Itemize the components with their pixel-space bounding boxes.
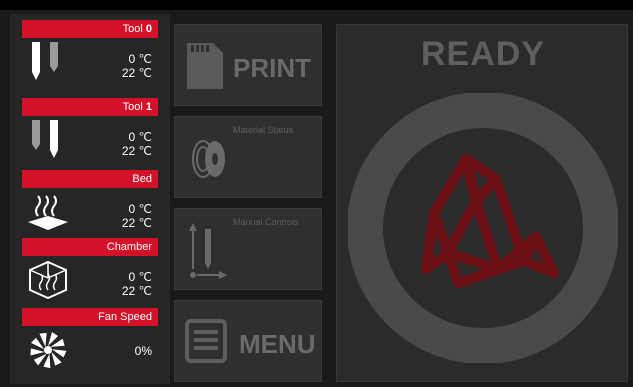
manual-controls-icon bbox=[189, 223, 227, 279]
material-status-button[interactable]: Material Status bbox=[174, 116, 322, 198]
sidebar-item-chamber[interactable]: Chamber 0 ℃ 22 ℃ bbox=[10, 232, 170, 300]
current-temperature: 22 ℃ bbox=[121, 284, 152, 298]
current-temperature: 22 ℃ bbox=[121, 66, 152, 80]
menu-icon bbox=[185, 319, 227, 363]
print-button[interactable]: PRINT bbox=[174, 24, 322, 106]
sidebar-item-values: 0 ℃ 22 ℃ bbox=[122, 202, 152, 230]
sidebar-item-header: Tool 0 bbox=[22, 20, 158, 38]
print-label: PRINT bbox=[233, 53, 311, 83]
sidebar-item-values: 0% bbox=[135, 344, 152, 358]
sidebar-item-label-suffix: 1 bbox=[145, 101, 152, 113]
sd-card-icon bbox=[187, 43, 223, 89]
sidebar-item-header: Tool 1 bbox=[22, 98, 158, 116]
sidebar-item-label: Chamber bbox=[106, 241, 152, 253]
sidebar: Tool 0 0 ℃ 22 ℃ Tool 1 0 ℃ 22 ℃ Bed 0 ℃ … bbox=[10, 14, 170, 384]
sidebar-item-header: Fan Speed bbox=[22, 308, 158, 326]
sidebar-item-header: Bed bbox=[22, 170, 158, 188]
top-bar bbox=[0, 0, 633, 10]
material-status-label: Material Status bbox=[233, 125, 294, 135]
current-temperature: 22 ℃ bbox=[121, 216, 152, 230]
sidebar-item-label: Fan Speed bbox=[98, 311, 152, 323]
fan-speed-value: 0% bbox=[134, 344, 152, 358]
fan-icon bbox=[30, 332, 67, 369]
sidebar-item-values: 0 ℃ 22 ℃ bbox=[122, 270, 152, 298]
sidebar-item-header: Chamber bbox=[22, 238, 158, 256]
nozzle-icon bbox=[32, 120, 58, 158]
target-temperature: 0 ℃ bbox=[128, 52, 152, 66]
sidebar-item-values: 0 ℃ 22 ℃ bbox=[122, 130, 152, 158]
sidebar-item-bed[interactable]: Bed 0 ℃ 22 ℃ bbox=[10, 164, 170, 230]
sidebar-item-label: Bed bbox=[132, 173, 152, 185]
target-temperature: 0 ℃ bbox=[128, 130, 152, 144]
sidebar-item-label: Tool bbox=[122, 101, 146, 113]
bed-heat-icon bbox=[28, 195, 68, 230]
manual-controls-label: Manual Controls bbox=[233, 217, 299, 227]
current-temperature: 22 ℃ bbox=[121, 144, 152, 158]
sidebar-item-values: 0 ℃ 22 ℃ bbox=[122, 52, 152, 80]
chamber-icon bbox=[29, 260, 67, 300]
menu-label: MENU bbox=[239, 329, 316, 359]
sidebar-item-tool-0[interactable]: Tool 0 0 ℃ 22 ℃ bbox=[10, 14, 170, 80]
sidebar-item-label: Tool bbox=[122, 23, 146, 35]
main-actions: PRINT Material Status Manual Controls ME… bbox=[174, 24, 322, 384]
target-temperature: 0 ℃ bbox=[128, 270, 152, 284]
manual-controls-button[interactable]: Manual Controls bbox=[174, 208, 322, 290]
printer-status: READY bbox=[420, 35, 546, 73]
nozzle-icon bbox=[32, 42, 58, 80]
status-panel: READY bbox=[336, 24, 628, 382]
makerbot-logo bbox=[421, 154, 559, 288]
status-ring bbox=[348, 93, 618, 363]
filament-spool-icon bbox=[192, 140, 225, 178]
target-temperature: 0 ℃ bbox=[128, 202, 152, 216]
sidebar-item-tool-1[interactable]: Tool 1 0 ℃ 22 ℃ bbox=[10, 92, 170, 158]
sidebar-item-fan-speed[interactable]: Fan Speed 0% bbox=[10, 302, 170, 369]
menu-button[interactable]: MENU bbox=[174, 300, 322, 382]
sidebar-item-label-suffix: 0 bbox=[145, 23, 152, 35]
